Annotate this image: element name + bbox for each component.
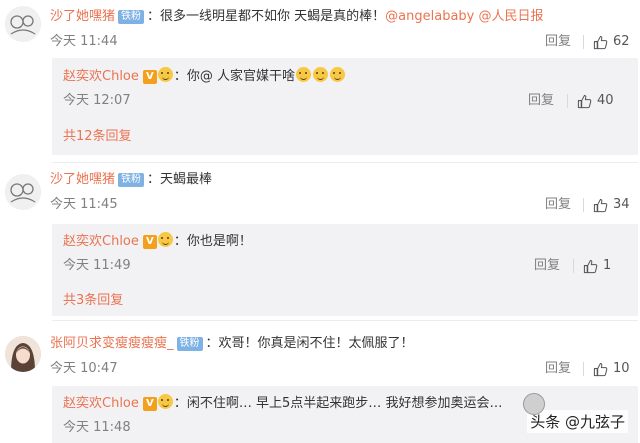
like-button[interactable]: 40 (577, 92, 614, 110)
thumbs-up-icon (593, 362, 608, 376)
avatar[interactable] (5, 174, 41, 210)
timestamp: 今天 11:45 (50, 197, 118, 212)
reply-button[interactable]: 回复 (534, 257, 560, 275)
reply-box: 赵奕欢Chloe V ：你@ 人家官媒干啥 今天 12:07 回复 40 共12条回… (52, 58, 638, 155)
fan-badge: 铁粉 (176, 337, 203, 351)
watermark-text: 头条 @九弦子 (527, 410, 628, 433)
comment-1: 沙了她嘿猪 铁粉 ：很多一线明星都不如你 天蝎是真的棒！@angelababy @人… (0, 0, 640, 160)
mention-links[interactable]: @angelababy @人民日报 (385, 9, 543, 24)
like-button[interactable]: 1 (583, 257, 611, 275)
like-button[interactable]: 62 (593, 33, 630, 51)
verified-icon: V (142, 70, 157, 84)
grin-emoji-icon (157, 394, 173, 409)
more-replies-link[interactable]: 共3条回复 (63, 292, 123, 310)
reply-box: 赵奕欢Chloe V ：你也是啊！ 今天 11:49 回复 1 共3条回复 (52, 224, 638, 316)
colon: ： (147, 172, 161, 187)
like-button[interactable]: 34 (593, 196, 630, 214)
watermark-avatar (523, 393, 545, 415)
divider (583, 35, 584, 49)
colon: ： (205, 336, 219, 351)
divider (52, 162, 638, 163)
thumbs-up-icon (583, 259, 598, 273)
more-replies-link[interactable]: 共12条回复 (63, 128, 132, 146)
divider (583, 198, 584, 212)
verified-icon: V (142, 235, 157, 249)
reply-text: 闲不住啊… 早上5点半起来跑步… 我好想参加奥运会… (186, 396, 503, 411)
avatar[interactable] (5, 6, 41, 42)
like-count: 40 (597, 93, 614, 108)
colon: ： (173, 69, 187, 84)
colon: ： (173, 396, 187, 411)
like-count: 62 (613, 34, 630, 49)
thumbs-up-icon (593, 198, 608, 212)
reply-username[interactable]: 赵奕欢Chloe (63, 396, 139, 411)
like-count: 10 (613, 361, 630, 376)
reply-timestamp: 今天 11:49 (63, 258, 131, 273)
reply-timestamp: 今天 12:07 (63, 93, 131, 108)
verified-icon: V (142, 397, 157, 411)
grin-emoji-icon (313, 67, 329, 82)
avatar[interactable] (5, 336, 41, 372)
timestamp: 今天 11:44 (50, 34, 118, 49)
colon: ： (173, 234, 187, 249)
divider (567, 94, 568, 108)
thumbs-up-icon (577, 94, 592, 108)
like-button[interactable]: 10 (593, 360, 630, 378)
watermark: 头条 @九弦子 (527, 410, 628, 433)
reply-button[interactable]: 回复 (545, 360, 571, 378)
reply-button[interactable]: 回复 (528, 92, 554, 110)
divider (573, 259, 574, 273)
grin-emoji-icon (330, 67, 346, 82)
divider (583, 362, 584, 376)
reply-button[interactable]: 回复 (545, 196, 571, 214)
like-count: 34 (613, 197, 630, 212)
timestamp: 今天 10:47 (50, 361, 118, 376)
reply-text: 你也是啊！ (186, 234, 252, 249)
colon: ： (147, 9, 161, 24)
grin-emoji-icon (157, 67, 173, 82)
divider (52, 320, 638, 321)
grin-emoji-icon (296, 67, 312, 82)
comment-2: 沙了她嘿猪 铁粉 ：天蝎最棒 今天 11:45 回复 34 赵奕欢Chloe V ：你也… (0, 164, 640, 316)
fan-badge: 铁粉 (118, 173, 145, 187)
username[interactable]: 沙了她嘿猪 (50, 9, 115, 24)
reply-username[interactable]: 赵奕欢Chloe (63, 69, 139, 84)
username[interactable]: 张阿贝求变瘦瘦瘦瘦_ (50, 336, 174, 351)
username[interactable]: 沙了她嘿猪 (50, 172, 115, 187)
reply-timestamp: 今天 11:48 (63, 420, 131, 435)
fan-badge: 铁粉 (118, 10, 145, 24)
comment-text: 欢哥！你真是闲不住！太佩服了！ (218, 336, 414, 351)
reply-username[interactable]: 赵奕欢Chloe (63, 234, 139, 249)
reply-button[interactable]: 回复 (545, 33, 571, 51)
comment-text: 天蝎最棒 (160, 172, 213, 187)
comment-text: 很多一线明星都不如你 天蝎是真的棒！ (160, 9, 386, 24)
reply-text: 你@ 人家官媒干啥 (186, 69, 296, 84)
grin-emoji-icon (157, 232, 173, 247)
thumbs-up-icon (593, 35, 608, 49)
like-count: 1 (603, 258, 612, 273)
